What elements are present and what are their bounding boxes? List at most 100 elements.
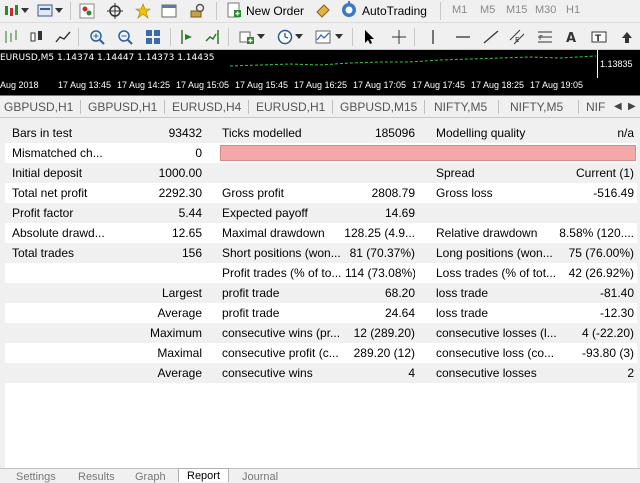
templates-icon[interactable] <box>314 28 332 46</box>
report-row: Profit factor 5.44 Expected payoff 14.69 <box>5 203 637 223</box>
fibonacci-icon[interactable]: F <box>536 28 554 46</box>
time-label: 17 Aug 15:45 <box>235 80 289 90</box>
tab-journal[interactable]: Journal <box>242 471 278 483</box>
report-label: Maximal drawdown <box>222 226 325 240</box>
timeframe-m15[interactable]: M15 <box>506 4 527 16</box>
timeframe-m5[interactable]: M5 <box>480 4 495 16</box>
chart-tab[interactable]: EURUSD,H4 <box>172 96 241 118</box>
new-order-button[interactable]: New Order <box>226 1 304 21</box>
text-tool-icon[interactable]: A <box>562 28 580 46</box>
arrows-icon[interactable] <box>618 28 636 46</box>
report-row: Initial deposit 1000.00 Spread Current (… <box>5 163 637 183</box>
chevron-down-icon[interactable] <box>334 28 344 46</box>
report-value: Current (1) <box>575 166 634 180</box>
report-label: Loss trades (% of tot... <box>436 266 556 280</box>
candlestick-icon[interactable] <box>28 28 46 46</box>
report-row: Total net profit 2292.30 Gross profit 28… <box>5 183 637 203</box>
line-chart-icon[interactable] <box>54 28 72 46</box>
report-row: Maximal consecutive profit (c... 289.20 … <box>5 343 637 363</box>
timeframe-h1[interactable]: H1 <box>566 4 580 16</box>
trendline-icon[interactable] <box>482 28 500 46</box>
report-label: Largest <box>161 286 202 300</box>
report-label: Long positions (won... <box>436 246 553 260</box>
chart-tab[interactable]: NIFTY,M5 <box>510 96 563 118</box>
metaeditor-icon[interactable] <box>314 2 332 20</box>
new-order-icon <box>226 2 242 21</box>
text-label-icon[interactable]: T <box>590 28 608 46</box>
time-label: 17 Aug 16:25 <box>294 80 348 90</box>
report-value: 5.44 <box>178 206 202 220</box>
chart-tab[interactable]: GBPUSD,H1 <box>88 96 157 118</box>
crosshair-icon[interactable] <box>106 2 124 20</box>
report-label: Maximal <box>157 346 202 360</box>
autotrading-button[interactable]: AutoTrading <box>340 0 427 21</box>
report-value: 75 (76.00%) <box>568 246 634 260</box>
report-value: 42 (26.92%) <box>568 266 634 280</box>
scroll-right-icon[interactable]: ◀ <box>614 96 622 118</box>
report-value: 0 <box>195 146 202 160</box>
tab-graph[interactable]: Graph <box>135 471 166 483</box>
tester-icon[interactable] <box>188 2 206 20</box>
report-label: Modelling quality <box>436 126 526 140</box>
timeframe-m30[interactable]: M30 <box>535 4 556 16</box>
profiles-icon[interactable] <box>36 2 54 20</box>
crosshair-tool-icon[interactable] <box>390 28 408 46</box>
navigator-icon[interactable] <box>134 2 152 20</box>
report-value: 185096 <box>374 126 415 140</box>
modelling-quality-bar <box>220 145 636 161</box>
tile-windows-icon[interactable] <box>144 28 162 46</box>
chart-tab[interactable]: NIFTY,M5 <box>434 96 487 118</box>
periods-clock-icon[interactable] <box>276 28 294 46</box>
report-row: Average consecutive wins 4 consecutive l… <box>5 363 637 383</box>
cursor-icon[interactable] <box>360 28 378 46</box>
chevron-down-icon[interactable] <box>54 2 64 20</box>
new-order-label: New Order <box>246 4 305 18</box>
report-value: 4 (-22.20) <box>581 326 634 340</box>
tab-results[interactable]: Results <box>78 471 115 483</box>
chart-shift-icon[interactable] <box>178 28 196 46</box>
new-chart-icon[interactable] <box>2 2 20 20</box>
horizontal-line-icon[interactable] <box>454 28 472 46</box>
report-value: 93432 <box>168 126 202 140</box>
price-label: 1.13835 <box>598 59 640 71</box>
time-label: 17 Aug 17:45 <box>412 80 466 90</box>
terminal-icon[interactable] <box>160 2 178 20</box>
report-row: Mismatched ch... 0 <box>5 143 637 163</box>
auto-scroll-icon[interactable] <box>204 28 222 46</box>
report-label: Average <box>157 306 202 320</box>
market-watch-icon[interactable] <box>78 2 96 20</box>
zoom-out-icon[interactable] <box>116 28 134 46</box>
chart-tab[interactable]: GBPUSD,M15 <box>340 96 417 118</box>
chevron-down-icon[interactable] <box>20 2 30 20</box>
price-chart[interactable]: EURUSD,M5 1.14374 1.14447 1.14373 1.1443… <box>0 50 640 96</box>
chart-toolbar: E F A T <box>0 24 640 50</box>
vertical-line-icon[interactable] <box>424 28 442 46</box>
report-value: -12.30 <box>599 306 634 320</box>
report-label: Profit trades (% of to... <box>222 266 342 280</box>
report-value: 1000.00 <box>158 166 202 180</box>
report-label: loss trade <box>436 286 489 300</box>
tab-settings[interactable]: Settings <box>16 471 56 483</box>
report-label: Relative drawdown <box>436 226 538 240</box>
chart-tab[interactable]: GBPUSD,H1 <box>4 96 73 118</box>
report-value: 2292.30 <box>158 186 202 200</box>
timeframe-m1[interactable]: M1 <box>452 4 467 16</box>
report-label: consecutive losses (l... <box>436 326 557 340</box>
chevron-down-icon[interactable] <box>256 28 266 46</box>
report-value: 14.69 <box>384 206 415 220</box>
report-label: consecutive losses <box>436 366 537 380</box>
indicators-icon[interactable] <box>238 28 256 46</box>
bar-chart-icon[interactable] <box>2 28 20 46</box>
report-value: 128.25 (4.9... <box>344 226 415 240</box>
report-value: -516.49 <box>593 186 634 200</box>
tester-report: Bars in test 93432 Ticks modelled 185096… <box>5 123 637 468</box>
report-value: 4 <box>408 366 415 380</box>
scroll-right-icon[interactable]: ▶ <box>628 96 636 118</box>
equidistant-channel-icon[interactable]: E <box>508 28 526 46</box>
report-label: Short positions (won... <box>222 246 341 260</box>
zoom-in-icon[interactable] <box>88 28 106 46</box>
report-label: profit trade <box>222 306 280 320</box>
chart-tab[interactable]: EURUSD,H1 <box>256 96 325 118</box>
chart-tab[interactable]: NIF <box>586 96 605 118</box>
chevron-down-icon[interactable] <box>294 28 304 46</box>
